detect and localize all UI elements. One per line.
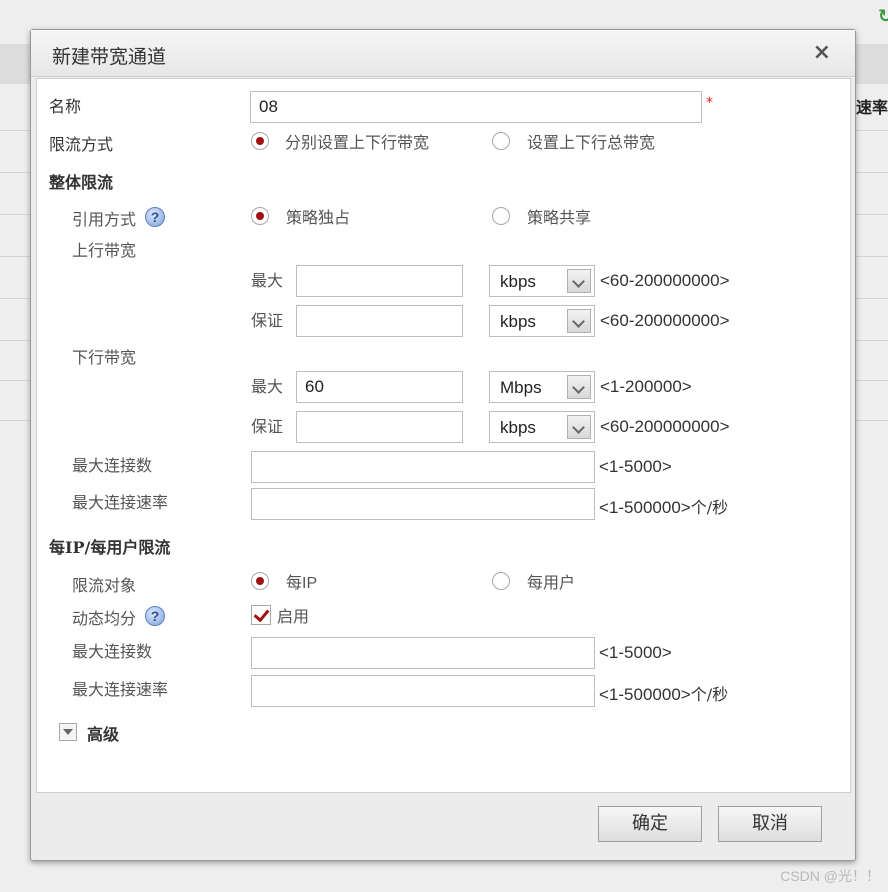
max-connections-range: <1-5000> <box>599 457 672 476</box>
upstream-max-range: <60-200000000> <box>600 271 730 290</box>
downstream-guarantee-label: 保证 <box>251 417 284 436</box>
select-value: kbps <box>500 418 536 437</box>
radio-total-up-down[interactable] <box>492 132 510 150</box>
per-ip-max-connection-rate-input[interactable] <box>251 675 595 707</box>
option-per-ip[interactable]: 每IP <box>286 569 317 593</box>
limit-target-label: 限流对象 <box>72 576 137 595</box>
max-connection-rate-range: <1-500000>个/秒 <box>599 494 728 518</box>
refresh-icon[interactable]: ↻ <box>878 6 888 24</box>
limit-mode-label: 限流方式 <box>49 135 114 154</box>
enable-checkbox[interactable] <box>251 605 271 625</box>
dialog-content: 名称 * 限流方式 分别设置上下行带宽 设置上下行总带宽 整体限流 引用方式 ?… <box>36 78 851 793</box>
upstream-guarantee-label: 保证 <box>251 311 284 330</box>
range-unit: 个/秒 <box>690 685 729 704</box>
upstream-guarantee-unit-select[interactable]: kbps <box>489 305 595 337</box>
dialog-footer: 确定 取消 <box>31 792 855 860</box>
help-icon[interactable]: ? <box>145 207 165 227</box>
dialog-titlebar: 新建带宽通道 × <box>31 30 855 77</box>
downstream-max-input[interactable] <box>296 371 463 403</box>
chevron-down-icon[interactable] <box>567 375 591 399</box>
downstream-guarantee-unit-select[interactable]: kbps <box>489 411 595 443</box>
downstream-max-unit-select[interactable]: Mbps <box>489 371 595 403</box>
select-value: Mbps <box>500 378 542 397</box>
upstream-label: 上行带宽 <box>72 241 137 260</box>
range-text: <1-500000> <box>599 685 691 704</box>
required-mark: * <box>706 95 713 111</box>
option-separate-up-down[interactable]: 分别设置上下行带宽 <box>285 129 429 153</box>
ok-button[interactable]: 确定 <box>598 806 702 842</box>
range-text: <1-500000> <box>599 498 691 517</box>
option-per-user[interactable]: 每用户 <box>527 569 575 593</box>
downstream-label: 下行带宽 <box>72 348 137 367</box>
dialog-title: 新建带宽通道 <box>52 46 167 68</box>
per-ip-max-connections-label: 最大连接数 <box>72 642 153 661</box>
background-column-label: 速率 <box>855 98 888 117</box>
per-ip-max-connections-range: <1-5000> <box>599 643 672 662</box>
max-connections-input[interactable] <box>251 451 595 483</box>
downstream-max-label: 最大 <box>251 377 284 396</box>
chevron-down-icon[interactable] <box>567 309 591 333</box>
close-icon[interactable]: × <box>813 40 831 65</box>
radio-policy-exclusive[interactable] <box>251 207 269 225</box>
name-input[interactable] <box>250 91 702 123</box>
radio-per-ip[interactable] <box>251 572 269 590</box>
per-ip-max-connection-rate-label: 最大连接速率 <box>72 680 169 699</box>
radio-per-user[interactable] <box>492 572 510 590</box>
upstream-max-label: 最大 <box>251 271 284 290</box>
dynamic-share-label: 动态均分 <box>72 609 137 628</box>
cancel-button[interactable]: 取消 <box>718 806 822 842</box>
option-total-up-down[interactable]: 设置上下行总带宽 <box>527 129 655 153</box>
per-ip-max-connections-input[interactable] <box>251 637 595 669</box>
radio-separate-up-down[interactable] <box>251 132 269 150</box>
option-policy-shared[interactable]: 策略共享 <box>527 204 591 228</box>
range-unit: 个/秒 <box>690 498 729 517</box>
select-value: kbps <box>500 272 536 291</box>
enable-checkbox-label[interactable]: 启用 <box>277 603 309 627</box>
chevron-down-icon[interactable] <box>567 415 591 439</box>
option-policy-exclusive[interactable]: 策略独占 <box>286 204 350 228</box>
section-overall-limit: 整体限流 <box>49 173 114 192</box>
upstream-max-input[interactable] <box>296 265 463 297</box>
select-value: kbps <box>500 312 536 331</box>
per-ip-max-connection-rate-range: <1-500000>个/秒 <box>599 681 728 705</box>
max-connection-rate-label: 最大连接速率 <box>72 493 169 512</box>
watermark: CSDN @光！！ <box>780 868 880 884</box>
upstream-max-unit-select[interactable]: kbps <box>489 265 595 297</box>
max-connections-label: 最大连接数 <box>72 456 153 475</box>
advanced-toggle-icon[interactable] <box>59 723 77 741</box>
advanced-label[interactable]: 高级 <box>87 721 119 745</box>
reference-mode-label: 引用方式 <box>72 210 137 229</box>
max-connection-rate-input[interactable] <box>251 488 595 520</box>
radio-policy-shared[interactable] <box>492 207 510 225</box>
new-bandwidth-channel-dialog: 新建带宽通道 × 名称 * 限流方式 分别设置上下行带宽 设置上下行总带宽 整体… <box>30 29 856 861</box>
help-icon[interactable]: ? <box>145 606 165 626</box>
downstream-guarantee-input[interactable] <box>296 411 463 443</box>
name-label: 名称 <box>49 97 82 116</box>
upstream-guarantee-range: <60-200000000> <box>600 311 730 330</box>
upstream-guarantee-input[interactable] <box>296 305 463 337</box>
downstream-max-range: <1-200000> <box>600 377 692 396</box>
section-per-ip-limit: 每IP/每用户限流 <box>49 538 171 557</box>
downstream-guarantee-range: <60-200000000> <box>600 417 730 436</box>
chevron-down-icon[interactable] <box>567 269 591 293</box>
